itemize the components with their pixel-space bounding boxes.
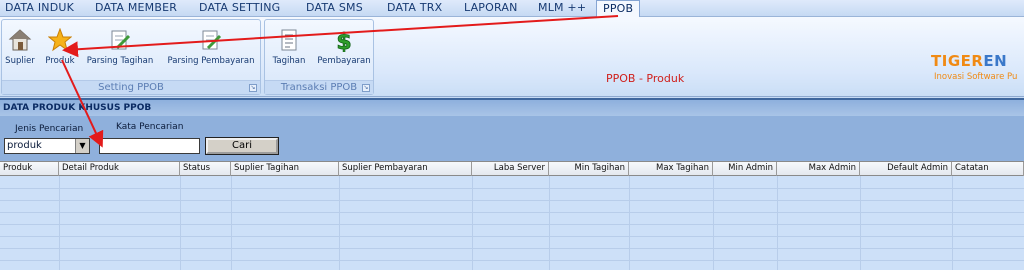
transaksi-ppob-group: Tagihan $ Pembayaran Transaksi PPOB ↘ (264, 19, 374, 95)
pembayaran-button[interactable]: $ Pembayaran (317, 28, 371, 66)
document-edit-icon (111, 30, 131, 50)
menu-data-induk[interactable]: DATA INDUK (5, 0, 74, 17)
col-min-admin[interactable]: Min Admin (713, 162, 777, 176)
menu-ppob[interactable]: PPOB (596, 0, 641, 18)
col-suplier-pembayaran[interactable]: Suplier Pembayaran (339, 162, 472, 176)
col-min-tagihan[interactable]: Min Tagihan (549, 162, 629, 176)
menu-laporan[interactable]: LAPORAN (464, 0, 518, 17)
tagihan-button[interactable]: Tagihan (269, 28, 309, 66)
parsing-tagihan-label: Parsing Tagihan (86, 56, 154, 66)
menu-data-setting[interactable]: DATA SETTING (199, 0, 280, 17)
produk-button[interactable]: Produk (44, 28, 76, 66)
jenis-pencarian-label: Jenis Pencarian (15, 124, 84, 134)
tagihan-label: Tagihan (272, 56, 306, 66)
kata-pencarian-input[interactable] (99, 138, 200, 154)
jenis-pencarian-select[interactable]: produk ▼ (4, 138, 90, 154)
dropdown-arrow-icon[interactable]: ▼ (75, 139, 89, 153)
suplier-label: Suplier (5, 56, 35, 66)
menu-data-trx[interactable]: DATA TRX (387, 0, 442, 17)
star-icon (48, 28, 72, 52)
suplier-button[interactable]: Suplier (4, 28, 36, 66)
col-max-admin[interactable]: Max Admin (777, 162, 860, 176)
dialog-launcher-icon[interactable]: ↘ (362, 84, 370, 92)
col-suplier-tagihan[interactable]: Suplier Tagihan (231, 162, 339, 176)
tiger-logo: TIGEREN (931, 52, 1008, 70)
col-laba-server[interactable]: Laba Server (472, 162, 549, 176)
document-icon (281, 29, 297, 51)
search-panel: Jenis Pencarian Kata Pencarian produk ▼ … (0, 116, 1024, 161)
table-header: Produk Detail Produk Status Suplier Tagi… (0, 161, 1024, 176)
parsing-pembayaran-button[interactable]: Parsing Pembayaran (163, 28, 259, 66)
parsing-tagihan-button[interactable]: Parsing Tagihan (83, 28, 157, 66)
col-default-admin[interactable]: Default Admin (860, 162, 952, 176)
document-edit-icon (202, 30, 222, 50)
col-detail-produk[interactable]: Detail Produk (59, 162, 180, 176)
col-catatan[interactable]: Catatan (952, 162, 1024, 176)
panel-title: DATA PRODUK KHUSUS PPOB (0, 98, 1024, 116)
logo-tagline: Inovasi Software Pu (934, 72, 1018, 82)
kata-pencarian-label: Kata Pencarian (116, 122, 184, 132)
house-icon (8, 29, 32, 51)
col-max-tagihan[interactable]: Max Tagihan (629, 162, 713, 176)
produk-table[interactable]: Produk Detail Produk Status Suplier Tagi… (0, 161, 1024, 270)
col-produk[interactable]: Produk (0, 162, 59, 176)
produk-label: Produk (45, 56, 75, 66)
setting-ppob-group: Suplier Produk Parsing Tagihan Parsing P… (1, 19, 261, 95)
transaksi-ppob-title: Transaksi PPOB (265, 80, 373, 94)
menu-data-sms[interactable]: DATA SMS (306, 0, 363, 17)
jenis-pencarian-value: produk (7, 140, 42, 151)
dialog-launcher-icon[interactable]: ↘ (249, 84, 257, 92)
menu-bar: DATA INDUK DATA MEMBER DATA SETTING DATA… (0, 0, 1024, 18)
menu-data-member[interactable]: DATA MEMBER (95, 0, 177, 17)
menu-mlm[interactable]: MLM ++ (538, 0, 586, 17)
svg-text:$: $ (336, 30, 351, 52)
cari-button[interactable]: Cari (205, 137, 279, 155)
dollar-icon: $ (336, 30, 352, 52)
page-title: PPOB - Produk (606, 72, 685, 85)
ribbon: Suplier Produk Parsing Tagihan Parsing P… (0, 17, 1024, 97)
col-status[interactable]: Status (180, 162, 231, 176)
setting-ppob-title: Setting PPOB (2, 80, 260, 94)
parsing-pembayaran-label: Parsing Pembayaran (167, 56, 255, 66)
pembayaran-label: Pembayaran (317, 56, 371, 66)
